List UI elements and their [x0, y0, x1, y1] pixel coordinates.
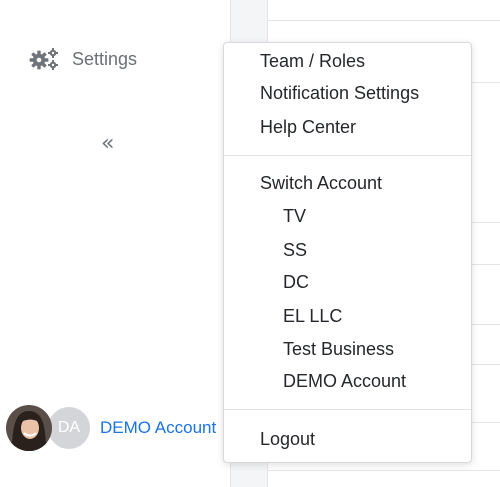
menu-item-help-center[interactable]: Help Center — [260, 115, 356, 139]
menu-item-account-test-business[interactable]: Test Business — [283, 337, 394, 361]
sidebar-item-settings[interactable]: Settings — [28, 44, 137, 74]
menu-item-switch-account: Switch Account — [260, 173, 383, 193]
account-menu-dropdown: Team / Roles Notification Settings Help … — [223, 42, 472, 463]
sidebar: Settings « DA DEMO Account — [0, 0, 230, 487]
menu-item-account-dc[interactable]: DC — [283, 270, 309, 294]
account-switcher[interactable]: DA DEMO Account — [6, 404, 226, 452]
gears-icon — [28, 47, 60, 71]
table-row-divider — [267, 470, 500, 471]
avatar-initials: DA — [46, 405, 92, 451]
menu-item-logout[interactable]: Logout — [260, 427, 315, 451]
menu-divider — [224, 155, 471, 156]
menu-item-account-el-llc[interactable]: EL LLC — [283, 304, 342, 328]
table-row-divider — [267, 20, 500, 21]
avatar — [6, 405, 52, 451]
menu-item-team-roles[interactable]: Team / Roles — [260, 49, 365, 73]
menu-item-account-ss[interactable]: SS — [283, 238, 307, 262]
app-window: Settings « DA DEMO Account Team / Roles … — [0, 0, 500, 487]
menu-item-account-demo[interactable]: DEMO Account — [283, 369, 406, 393]
menu-divider — [224, 409, 471, 410]
sidebar-item-label: Settings — [72, 48, 138, 69]
account-name[interactable]: DEMO Account — [100, 418, 218, 438]
menu-item-notification-settings[interactable]: Notification Settings — [260, 81, 419, 105]
menu-item-account-tv[interactable]: TV — [283, 204, 306, 228]
collapse-sidebar-icon[interactable]: « — [101, 130, 123, 158]
